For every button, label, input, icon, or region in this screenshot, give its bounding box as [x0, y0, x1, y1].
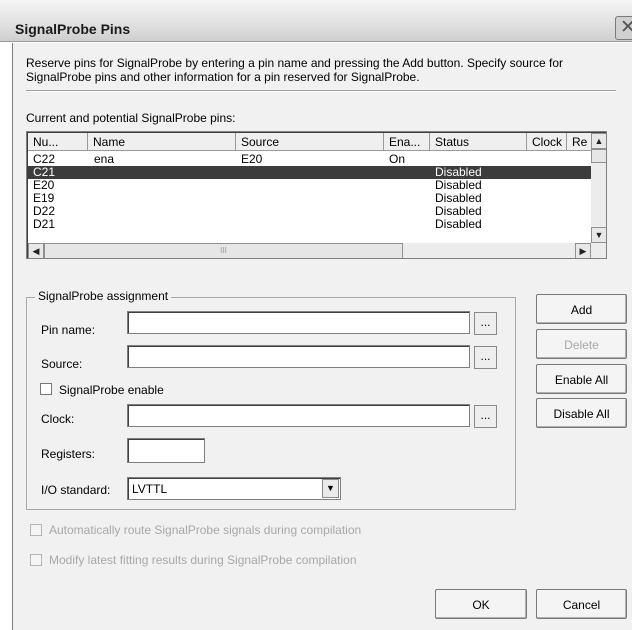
cell-source: E20 [241, 153, 263, 166]
pin-name-label: Pin name: [41, 323, 96, 337]
cell-number: E20 [33, 179, 55, 192]
title-bar: SignalProbe Pins ✕ [0, 0, 632, 42]
cell-status: Disabled [435, 166, 482, 179]
clock-browse-button[interactable]: ... [474, 405, 497, 428]
clock-input[interactable] [127, 404, 470, 427]
group-label: SignalProbe assignment [35, 289, 172, 303]
auto-route-label: Automatically route SignalProbe signals … [49, 523, 362, 537]
close-icon: ✕ [620, 17, 632, 38]
scroll-right-icon[interactable]: ▶ [575, 243, 591, 258]
cell-name: ena [94, 153, 115, 166]
cell-status: Disabled [435, 179, 482, 192]
close-button[interactable]: ✕ [615, 16, 632, 40]
clock-label: Clock: [41, 412, 75, 426]
pin-name-input[interactable] [127, 311, 470, 334]
column-status[interactable]: Status [430, 133, 527, 151]
io-standard-value: LVTTL [132, 482, 168, 496]
cell-number: C21 [33, 166, 56, 179]
scroll-down-icon[interactable]: ▼ [591, 227, 606, 243]
column-source[interactable]: Source [236, 133, 384, 151]
source-browse-button[interactable]: ... [474, 346, 497, 369]
column-clock[interactable]: Clock [527, 133, 567, 151]
cell-enabled: On [389, 153, 406, 166]
horizontal-scroll-thumb[interactable]: III [44, 243, 403, 258]
table-row[interactable]: E19 Disabled [28, 192, 606, 205]
auto-route-checkbox[interactable] [30, 524, 42, 536]
window-title: SignalProbe Pins [15, 21, 131, 37]
cancel-button[interactable]: Cancel [536, 589, 627, 619]
source-label: Source: [41, 357, 83, 371]
registers-label: Registers: [41, 447, 96, 461]
cell-number: C22 [33, 153, 56, 166]
horizontal-scrollbar[interactable]: ◀ III ▶ [28, 243, 606, 258]
disable-all-button[interactable]: Disable All [536, 398, 627, 428]
source-input[interactable] [127, 345, 470, 368]
cell-number: D21 [33, 218, 56, 230]
dialog-body: Reserve pins for SignalProbe by entering… [12, 43, 632, 630]
scroll-left-icon[interactable]: ◀ [28, 243, 44, 258]
column-registers[interactable]: Re [567, 133, 592, 151]
cell-number: D22 [33, 205, 56, 218]
cell-status: Disabled [435, 218, 482, 230]
vertical-scroll-thumb[interactable] [591, 149, 606, 163]
description-text: Reserve pins for SignalProbe by entering… [26, 56, 563, 84]
column-name[interactable]: Name [88, 133, 236, 151]
table-row[interactable]: E20 Disabled [28, 179, 606, 192]
add-button[interactable]: Add [536, 294, 627, 324]
pin-name-browse-button[interactable]: ... [474, 312, 497, 335]
registers-input[interactable] [127, 438, 205, 463]
chevron-down-icon[interactable]: ▼ [322, 479, 339, 498]
cell-status: Disabled [435, 205, 482, 218]
io-standard-select[interactable]: LVTTL ▼ [127, 477, 341, 500]
cell-number: E19 [33, 192, 55, 205]
modify-fitting-label: Modify latest fitting results during Sig… [49, 553, 357, 567]
cell-status: Disabled [435, 192, 482, 205]
list-header: Nu... Name Source Ena... Status Clock Re [28, 133, 606, 151]
enable-all-button[interactable]: Enable All [536, 364, 627, 394]
column-number[interactable]: Nu... [28, 133, 88, 151]
separator [26, 90, 616, 92]
vertical-scrollbar[interactable]: ▲ ▼ [591, 133, 606, 243]
list-label: Current and potential SignalProbe pins: [26, 111, 236, 125]
modify-fitting-checkbox[interactable] [30, 554, 42, 566]
io-standard-label: I/O standard: [41, 483, 111, 497]
pins-list[interactable]: Nu... Name Source Ena... Status Clock Re… [26, 131, 607, 259]
table-row[interactable]: D21 Disabled [28, 218, 606, 230]
ok-button[interactable]: OK [435, 589, 527, 619]
signalprobe-enable-label: SignalProbe enable [59, 383, 164, 397]
table-row-selected[interactable]: C21 Disabled [28, 166, 591, 179]
delete-button[interactable]: Delete [536, 329, 627, 359]
signalprobe-enable-checkbox[interactable] [40, 383, 52, 395]
table-row[interactable]: C22 ena E20 On [28, 153, 606, 166]
scroll-up-icon[interactable]: ▲ [591, 133, 606, 149]
table-row[interactable]: D22 Disabled [28, 205, 606, 218]
column-enabled[interactable]: Ena... [384, 133, 430, 151]
